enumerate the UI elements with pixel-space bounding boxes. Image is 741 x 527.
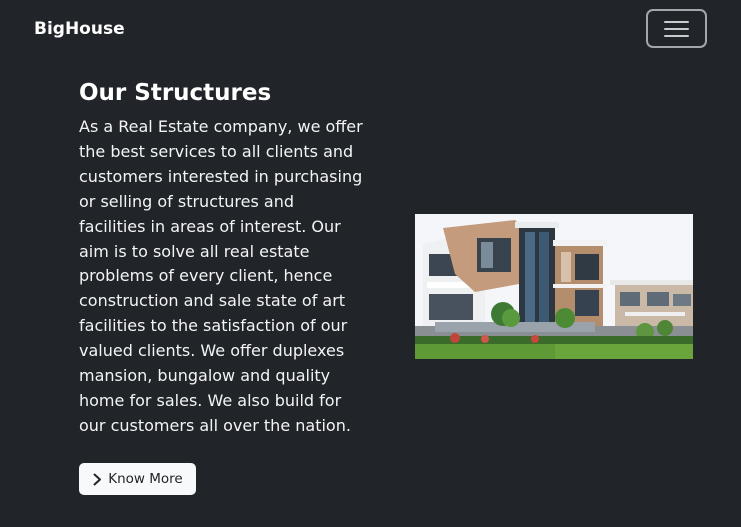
navbar-toggler-button[interactable] xyxy=(646,9,707,48)
brand-link[interactable]: BigHouse xyxy=(34,19,125,39)
navbar: BigHouse xyxy=(0,0,741,58)
know-more-button[interactable]: Know More xyxy=(79,463,196,495)
hamburger-menu-icon xyxy=(664,27,689,30)
know-more-label: Know More xyxy=(108,471,183,487)
section-title: Our Structures xyxy=(79,80,272,106)
hamburger-menu-icon xyxy=(664,34,689,37)
hamburger-menu-icon xyxy=(664,20,689,23)
house-image xyxy=(415,214,693,359)
chevron-right-icon xyxy=(93,473,102,485)
section-description: As a Real Estate company, we offer the b… xyxy=(79,117,363,435)
